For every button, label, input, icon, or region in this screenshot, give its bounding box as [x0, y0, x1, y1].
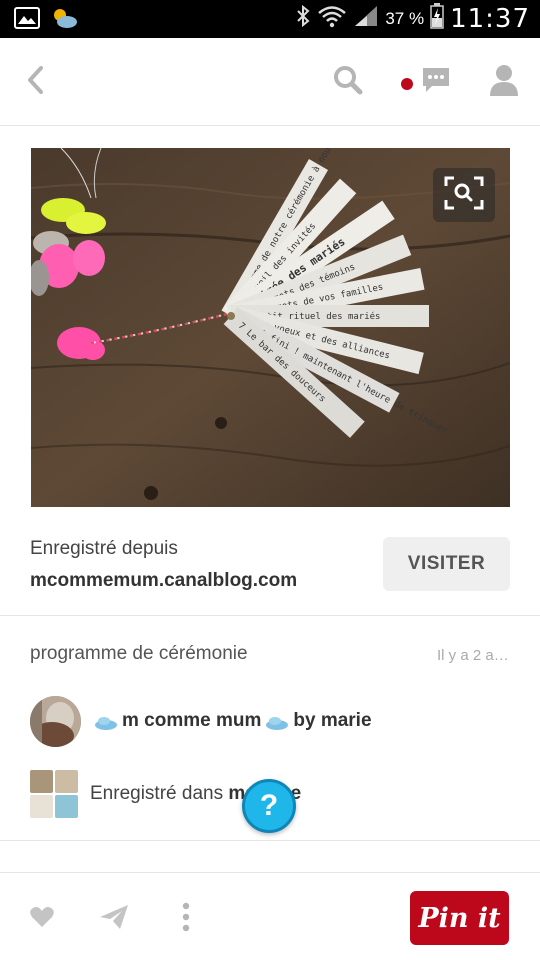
send-icon	[98, 903, 130, 936]
visit-button[interactable]: VISITER	[383, 537, 510, 591]
notification-dot	[401, 78, 413, 90]
profile-icon	[488, 63, 520, 102]
board-thumb-tile	[30, 795, 53, 818]
messages-button[interactable]	[416, 62, 456, 102]
help-button[interactable]: ?	[242, 779, 296, 833]
send-button[interactable]	[96, 901, 132, 937]
heart-icon	[29, 905, 55, 934]
message-icon	[420, 64, 452, 101]
board-thumbnail[interactable]	[30, 770, 78, 818]
battery-percent: 37 %	[385, 8, 425, 28]
battery-icon	[430, 3, 444, 34]
board-thumb-tile	[30, 770, 53, 793]
back-button[interactable]	[16, 62, 56, 102]
pin-header	[0, 38, 540, 126]
board-thumb-tile	[55, 770, 78, 793]
bottom-action-bar: Pin it	[0, 872, 540, 960]
gallery-icon	[14, 7, 40, 34]
pin-it-button[interactable]: Pin it	[410, 891, 509, 945]
signal-icon	[353, 4, 379, 33]
divider	[0, 615, 540, 616]
more-options-button[interactable]	[168, 901, 204, 937]
pin-timestamp: Il y a 2 a…	[437, 647, 509, 664]
search-button[interactable]	[328, 62, 368, 102]
visual-search-button[interactable]	[433, 168, 495, 222]
like-button[interactable]	[24, 901, 60, 937]
saved-from-label: Enregistré depuis	[30, 538, 178, 559]
search-icon	[332, 64, 364, 101]
saved-in-label: Enregistré dans	[90, 783, 224, 804]
board-thumb-tile	[55, 795, 78, 818]
cloud-icon	[94, 714, 118, 730]
wifi-icon	[317, 4, 347, 33]
cloud-icon	[265, 714, 289, 730]
source-info: Enregistré depuis mcommemum.canalblog.co…	[30, 538, 297, 592]
bluetooth-icon	[295, 4, 311, 33]
pinner-avatar[interactable]	[30, 696, 81, 747]
weather-icon	[50, 7, 78, 34]
pinner-name[interactable]: m comme mum by marie	[94, 710, 372, 732]
pinner-name-text: m comme mum	[122, 710, 262, 731]
pinner-by-text: by marie	[293, 710, 372, 731]
clock: 11:37	[450, 3, 530, 34]
source-domain[interactable]: mcommemum.canalblog.com	[30, 570, 297, 592]
pin-description: programme de cérémonie	[30, 643, 248, 664]
divider	[0, 840, 540, 841]
visual-search-icon	[444, 176, 484, 215]
back-arrow-icon	[25, 65, 47, 100]
more-vertical-icon	[182, 902, 190, 937]
profile-button[interactable]	[484, 62, 524, 102]
status-bar: 37 % 11:37	[0, 0, 540, 38]
